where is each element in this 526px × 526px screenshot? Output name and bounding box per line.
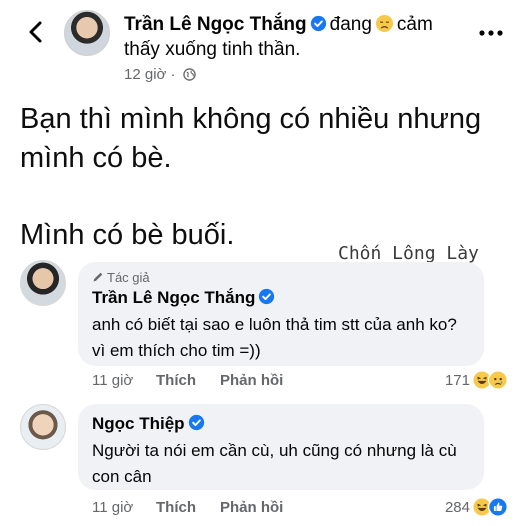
verified-badge-icon [310, 15, 326, 32]
reaction-summary[interactable]: 171 [445, 370, 508, 390]
reaction-summary[interactable]: 284 [445, 497, 508, 517]
reaction-count: 171 [444, 371, 470, 389]
comment-time[interactable]: 11 giờ [92, 499, 133, 516]
comment-actions: 11 giờ Thích Phản hồi 284 [92, 497, 512, 521]
commenter-name-text[interactable]: Ngọc Thiệp [92, 414, 185, 433]
post-time[interactable]: 12 giờ · [124, 66, 176, 83]
back-button[interactable] [22, 18, 50, 46]
commenter-name: Ngọc Thiệp [92, 414, 208, 434]
globe-icon [182, 68, 196, 81]
watermark-text: Chốn Lông Lày [338, 243, 479, 264]
commenter-avatar[interactable] [20, 404, 66, 450]
verified-badge-icon [259, 288, 275, 305]
sad-face-icon [375, 14, 393, 33]
author-name[interactable]: Trần Lê Ngọc Thắng [124, 14, 307, 35]
more-options-icon[interactable] [478, 28, 504, 38]
sad-reaction-icon [488, 370, 508, 390]
comment-text: Người ta nói em cần cù, uh cũng có nhưng… [92, 441, 457, 486]
commenter-name: Trần Lê Ngọc Thắng [92, 288, 278, 308]
like-reaction-icon [488, 497, 508, 517]
post-header-text: Trần Lê Ngọc Thắng đang cảm thấy xuống tin… [124, 12, 464, 62]
commenter-avatar[interactable] [20, 260, 66, 306]
feeling-prefix: đang [329, 14, 372, 35]
post-header: Trần Lê Ngọc Thắng đang cảm thấy xuống tin… [0, 0, 526, 92]
author-badge: Tác giả [92, 270, 150, 285]
post-meta: 12 giờ · [124, 66, 196, 83]
commenter-name-text[interactable]: Trần Lê Ngọc Thắng [92, 288, 255, 307]
reaction-count: 284 [444, 498, 470, 516]
reply-button[interactable]: Phản hồi [220, 499, 283, 516]
like-button[interactable]: Thích [156, 372, 196, 389]
like-button[interactable]: Thích [156, 499, 196, 516]
verified-badge-icon [188, 414, 204, 431]
author-avatar[interactable] [64, 10, 110, 56]
comment-time[interactable]: 11 giờ [92, 372, 133, 389]
pen-icon [93, 272, 103, 282]
post-paragraph: Bạn thì mình không có nhiều nhưng mình c… [20, 103, 482, 174]
comment-bubble: Ngọc Thiệp Người ta nói em cần cù, uh cũ… [78, 404, 484, 490]
author-badge-label: Tác giả [107, 270, 150, 285]
reply-button[interactable]: Phản hồi [220, 372, 283, 389]
comment-actions: 11 giờ Thích Phản hồi 171 [92, 370, 512, 394]
chevron-left-icon [29, 21, 42, 43]
comment-text: anh có biết tại sao e luôn thả tim stt c… [92, 315, 457, 360]
comment-bubble: Tác giả Trần Lê Ngọc Thắng anh có biết t… [78, 262, 484, 366]
